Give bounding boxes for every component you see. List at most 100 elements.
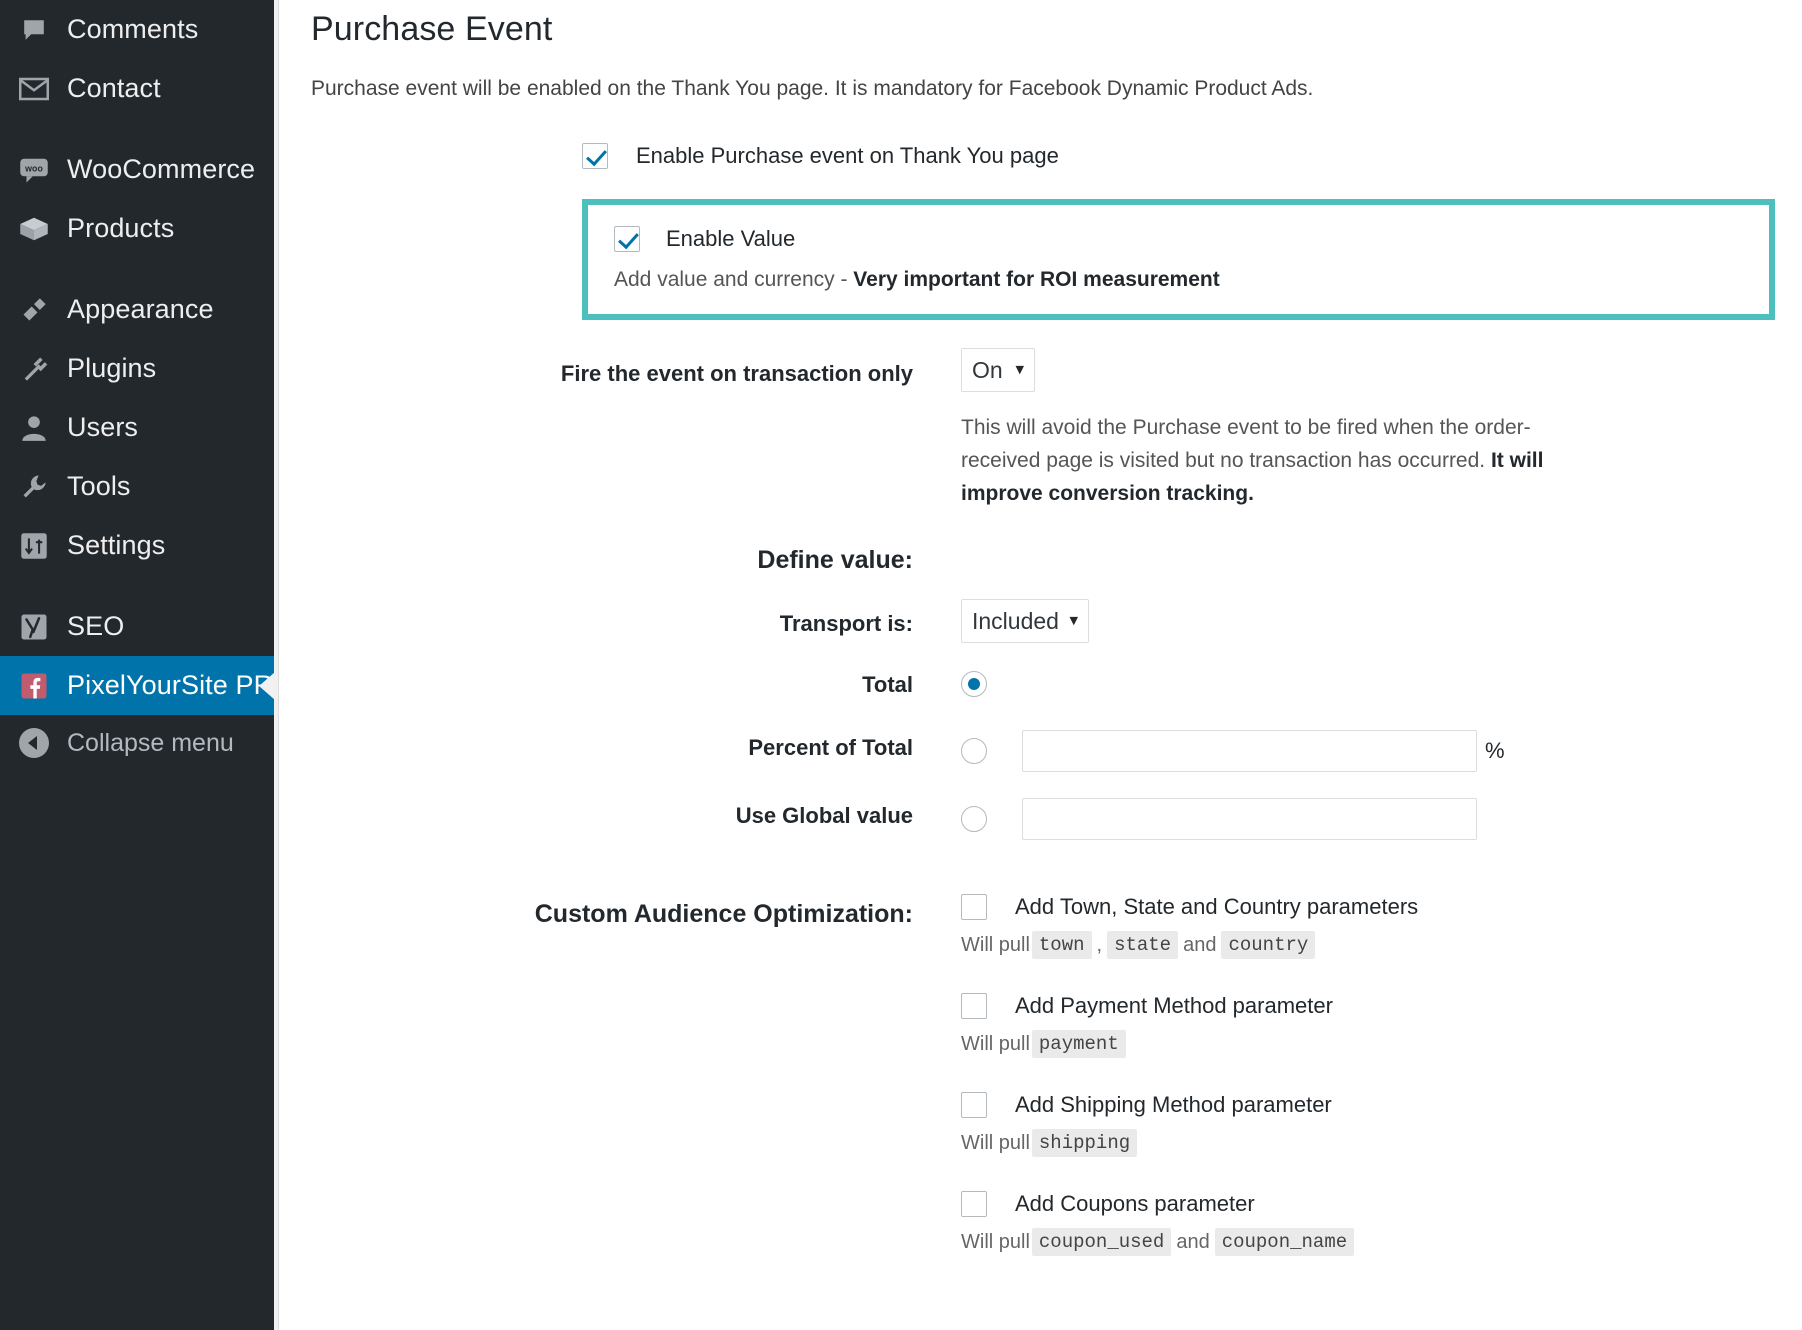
value-option-percent-label: Percent of Total [311, 730, 961, 761]
fire-on-transaction-select-wrap[interactable]: On [961, 348, 1035, 392]
enable-value-highlight-box: Enable Value Add value and currency - Ve… [582, 199, 1775, 320]
sidebar-item-pixelyoursite-pro[interactable]: PixelYourSite PRO [0, 656, 274, 715]
custom-audience-heading: Custom Audience Optimization: [311, 894, 961, 929]
add-payment-method-checkbox[interactable] [961, 993, 987, 1019]
percent-suffix: % [1485, 738, 1505, 764]
fire-on-transaction-select[interactable]: On [961, 348, 1035, 392]
sidebar-item-woocommerce[interactable]: woo WooCommerce [0, 140, 274, 199]
custom-audience-item: Add Town, State and Country parameters W… [961, 894, 1802, 959]
add-payment-method-label: Add Payment Method parameter [1015, 993, 1333, 1019]
enable-purchase-checkbox[interactable] [582, 143, 608, 169]
add-town-state-country-label: Add Town, State and Country parameters [1015, 894, 1418, 920]
add-shipping-method-label: Add Shipping Method parameter [1015, 1092, 1332, 1118]
sidebar-separator [0, 258, 274, 280]
transport-select[interactable]: Included [961, 599, 1089, 643]
admin-sidebar: Comments Contact woo WooCommerce Product… [0, 0, 274, 1330]
sidebar-item-contact[interactable]: Contact [0, 59, 274, 118]
add-coupons-checkbox[interactable] [961, 1191, 987, 1217]
transport-row: Transport is: Included [311, 599, 1802, 643]
fire-on-transaction-field: On This will avoid the Purchase event to… [961, 348, 1802, 510]
will-pull-coupons: Will pull coupon_used and coupon_name [961, 1228, 1802, 1256]
collapse-menu-button[interactable]: Collapse menu [0, 715, 274, 771]
param-token: country [1221, 931, 1315, 959]
sidebar-item-settings[interactable]: Settings [0, 516, 274, 575]
sidebar-item-tools[interactable]: Tools [0, 457, 274, 516]
token-separator: and [1183, 934, 1216, 957]
value-option-total-radio[interactable] [961, 671, 987, 697]
active-menu-arrow-icon [259, 672, 275, 700]
will-pull-shipping: Will pull shipping [961, 1129, 1802, 1157]
sidebar-item-label: Plugins [67, 353, 156, 384]
fire-on-transaction-help-text: This will avoid the Purchase event to be… [961, 416, 1531, 472]
transport-label: Transport is: [311, 599, 961, 637]
sidebar-item-plugins[interactable]: Plugins [0, 339, 274, 398]
transport-field: Included [961, 599, 1802, 643]
user-icon [13, 414, 55, 442]
param-token: state [1107, 931, 1178, 959]
add-payment-method-line[interactable]: Add Payment Method parameter [961, 993, 1802, 1019]
sidebar-item-label: Users [67, 412, 138, 443]
add-shipping-method-line[interactable]: Add Shipping Method parameter [961, 1092, 1802, 1118]
enable-value-checkbox-line[interactable]: Enable Value [614, 226, 1743, 252]
enable-value-hint-bold: Very important for ROI measurement [853, 268, 1219, 291]
transport-select-wrap[interactable]: Included [961, 599, 1089, 643]
sidebar-item-label: Products [67, 213, 174, 244]
will-pull-prefix: Will pull [961, 934, 1030, 957]
fire-on-transaction-label: Fire the event on transaction only [311, 348, 961, 387]
token-separator: , [1097, 934, 1103, 957]
sidebar-item-label: Contact [67, 73, 161, 104]
param-token: payment [1032, 1030, 1126, 1058]
sidebar-item-seo[interactable]: SEO [0, 597, 274, 656]
define-value-heading: Define value: [311, 546, 961, 575]
sidebar-item-products[interactable]: Products [0, 199, 274, 258]
sidebar-separator [0, 118, 274, 140]
sidebar-item-label: SEO [67, 611, 124, 642]
envelope-icon [13, 77, 55, 101]
sidebar-item-users[interactable]: Users [0, 398, 274, 457]
enable-value-hint-prefix: Add value and currency - [614, 268, 853, 291]
chevron-left-icon [19, 728, 49, 758]
page-description: Purchase event will be enabled on the Th… [311, 49, 1802, 101]
custom-audience-section: Custom Audience Optimization: Add Town, … [311, 894, 1802, 1256]
add-coupons-line[interactable]: Add Coupons parameter [961, 1191, 1802, 1217]
plug-icon [13, 355, 55, 383]
will-pull-payment: Will pull payment [961, 1030, 1802, 1058]
page-title: Purchase Event [311, 0, 1802, 49]
value-option-global-field [961, 798, 1802, 840]
main-content: Purchase Event Purchase event will be en… [274, 0, 1802, 1330]
add-town-state-country-line[interactable]: Add Town, State and Country parameters [961, 894, 1802, 920]
percent-of-total-input[interactable] [1022, 730, 1477, 772]
add-town-state-country-checkbox[interactable] [961, 894, 987, 920]
add-shipping-method-checkbox[interactable] [961, 1092, 987, 1118]
sidebar-item-label: Appearance [67, 294, 214, 325]
use-global-value-input[interactable] [1022, 798, 1477, 840]
enable-purchase-checkbox-line[interactable]: Enable Purchase event on Thank You page [582, 143, 1802, 169]
enable-value-checkbox[interactable] [614, 226, 640, 252]
define-value-heading-row: Define value: [311, 546, 1802, 575]
sidebar-item-label: Tools [67, 471, 131, 502]
value-option-global-radio[interactable] [961, 806, 987, 832]
sidebar-separator [0, 575, 274, 597]
box-icon [13, 215, 55, 243]
will-pull-prefix: Will pull [961, 1231, 1030, 1254]
custom-audience-items: Add Town, State and Country parameters W… [961, 894, 1802, 1256]
will-pull-prefix: Will pull [961, 1033, 1030, 1056]
custom-audience-item: Add Coupons parameter Will pull coupon_u… [961, 1191, 1802, 1256]
woo-icon: woo [13, 156, 55, 184]
enable-purchase-row: Enable Purchase event on Thank You page [582, 143, 1802, 169]
collapse-menu-label: Collapse menu [67, 729, 234, 758]
value-option-global-label: Use Global value [311, 798, 961, 829]
value-option-percent-row: Percent of Total % [311, 730, 1802, 772]
param-token: town [1032, 931, 1092, 959]
sidebar-item-label: Settings [67, 530, 165, 561]
will-pull-town-state-country: Will pull town , state and country [961, 931, 1802, 959]
value-option-percent-radio[interactable] [961, 738, 987, 764]
fire-on-transaction-row: Fire the event on transaction only On Th… [311, 348, 1802, 510]
value-option-percent-field: % [961, 730, 1802, 772]
svg-text:woo: woo [24, 163, 43, 173]
comment-icon [13, 16, 55, 44]
sidebar-item-comments[interactable]: Comments [0, 0, 274, 59]
sidebar-item-appearance[interactable]: Appearance [0, 280, 274, 339]
value-option-global-row: Use Global value [311, 798, 1802, 840]
facebook-icon [13, 671, 55, 701]
